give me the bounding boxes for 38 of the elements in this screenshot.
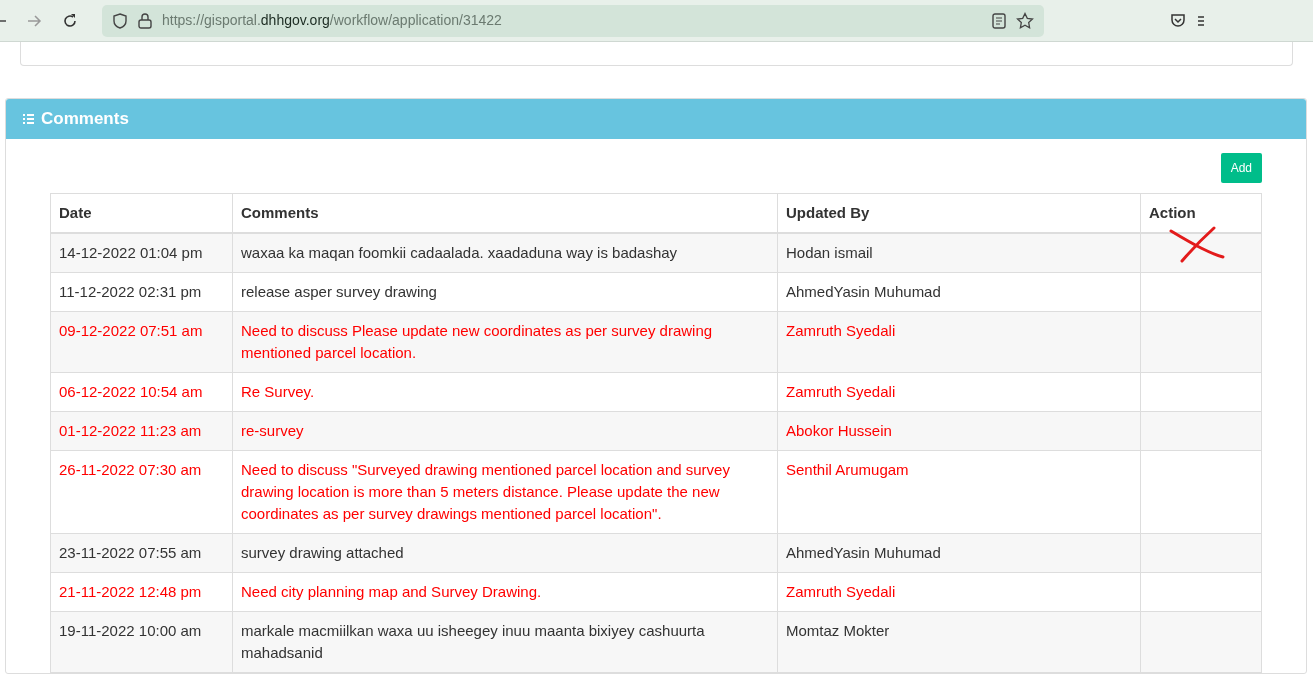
table-cell: 19-11-2022 10:00 am xyxy=(50,611,233,673)
table-cell: Zamruth Syedali xyxy=(777,372,1141,412)
lock-icon xyxy=(138,12,152,29)
table-cell: 26-11-2022 07:30 am xyxy=(50,450,233,534)
table-cell: AhmedYasin Muhumad xyxy=(777,533,1141,573)
pocket-icon[interactable] xyxy=(1170,12,1186,29)
reader-view-icon[interactable] xyxy=(992,12,1006,29)
reload-icon[interactable] xyxy=(62,12,78,29)
table-cell: 11-12-2022 02:31 pm xyxy=(50,272,233,312)
table-cell: waxaa ka maqan foomkii cadaalada. xaadaduna way is badashay xyxy=(232,233,778,273)
table-cell: Zamruth Syedali xyxy=(777,572,1141,612)
shield-icon xyxy=(112,12,128,29)
star-icon[interactable] xyxy=(1016,11,1034,30)
table-cell: survey drawing attached xyxy=(232,533,778,573)
table-cell: Re Survey. xyxy=(232,372,778,412)
table-cell: AhmedYasin Muhumad xyxy=(777,272,1141,312)
menu-icon[interactable] xyxy=(1198,13,1204,28)
table-cell: 09-12-2022 07:51 am xyxy=(50,311,233,373)
table-cell: 23-11-2022 07:55 am xyxy=(50,533,233,573)
panel-title: Comments xyxy=(41,108,129,131)
table-cell: markale macmiilkan waxa uu isheegey inuu maanta bixiyey cashuurta mahadsanid xyxy=(232,611,778,673)
table-cell: re-survey xyxy=(232,411,778,451)
table-cell: Hodan ismail xyxy=(777,233,1141,273)
table-cell: Need to discuss "Surveyed drawing mentioned parcel location and survey drawing location is more than 5 meters distance. Please update the new coordinates as per survey drawings mentioned parcel location". xyxy=(232,450,778,534)
table-cell: 01-12-2022 11:23 am xyxy=(50,411,233,451)
table-cell: 14-12-2022 01:04 pm xyxy=(50,233,233,273)
table-cell: Need to discuss Please update new coordinates as per survey drawing mentioned parcel location. xyxy=(232,311,778,373)
list-icon xyxy=(23,114,34,124)
table-cell: 06-12-2022 10:54 am xyxy=(50,372,233,412)
table-cell: 21-11-2022 12:48 pm xyxy=(50,572,233,612)
url-text: https://gisportal.dhhgov.org/workflow/application/31422 xyxy=(162,11,502,30)
table-cell: Zamruth Syedali xyxy=(777,311,1141,373)
table-cell: Abokor Hussein xyxy=(777,411,1141,451)
address-bar[interactable]: https://gisportal.dhhgov.org/workflow/application/31422 xyxy=(102,4,1044,37)
table-cell: release asper survey drawing xyxy=(232,272,778,312)
table-cell: Need city planning map and Survey Drawing. xyxy=(232,572,778,612)
table-cell: Momtaz Mokter xyxy=(777,611,1141,673)
table-cell: Senthil Arumugam xyxy=(777,450,1141,534)
